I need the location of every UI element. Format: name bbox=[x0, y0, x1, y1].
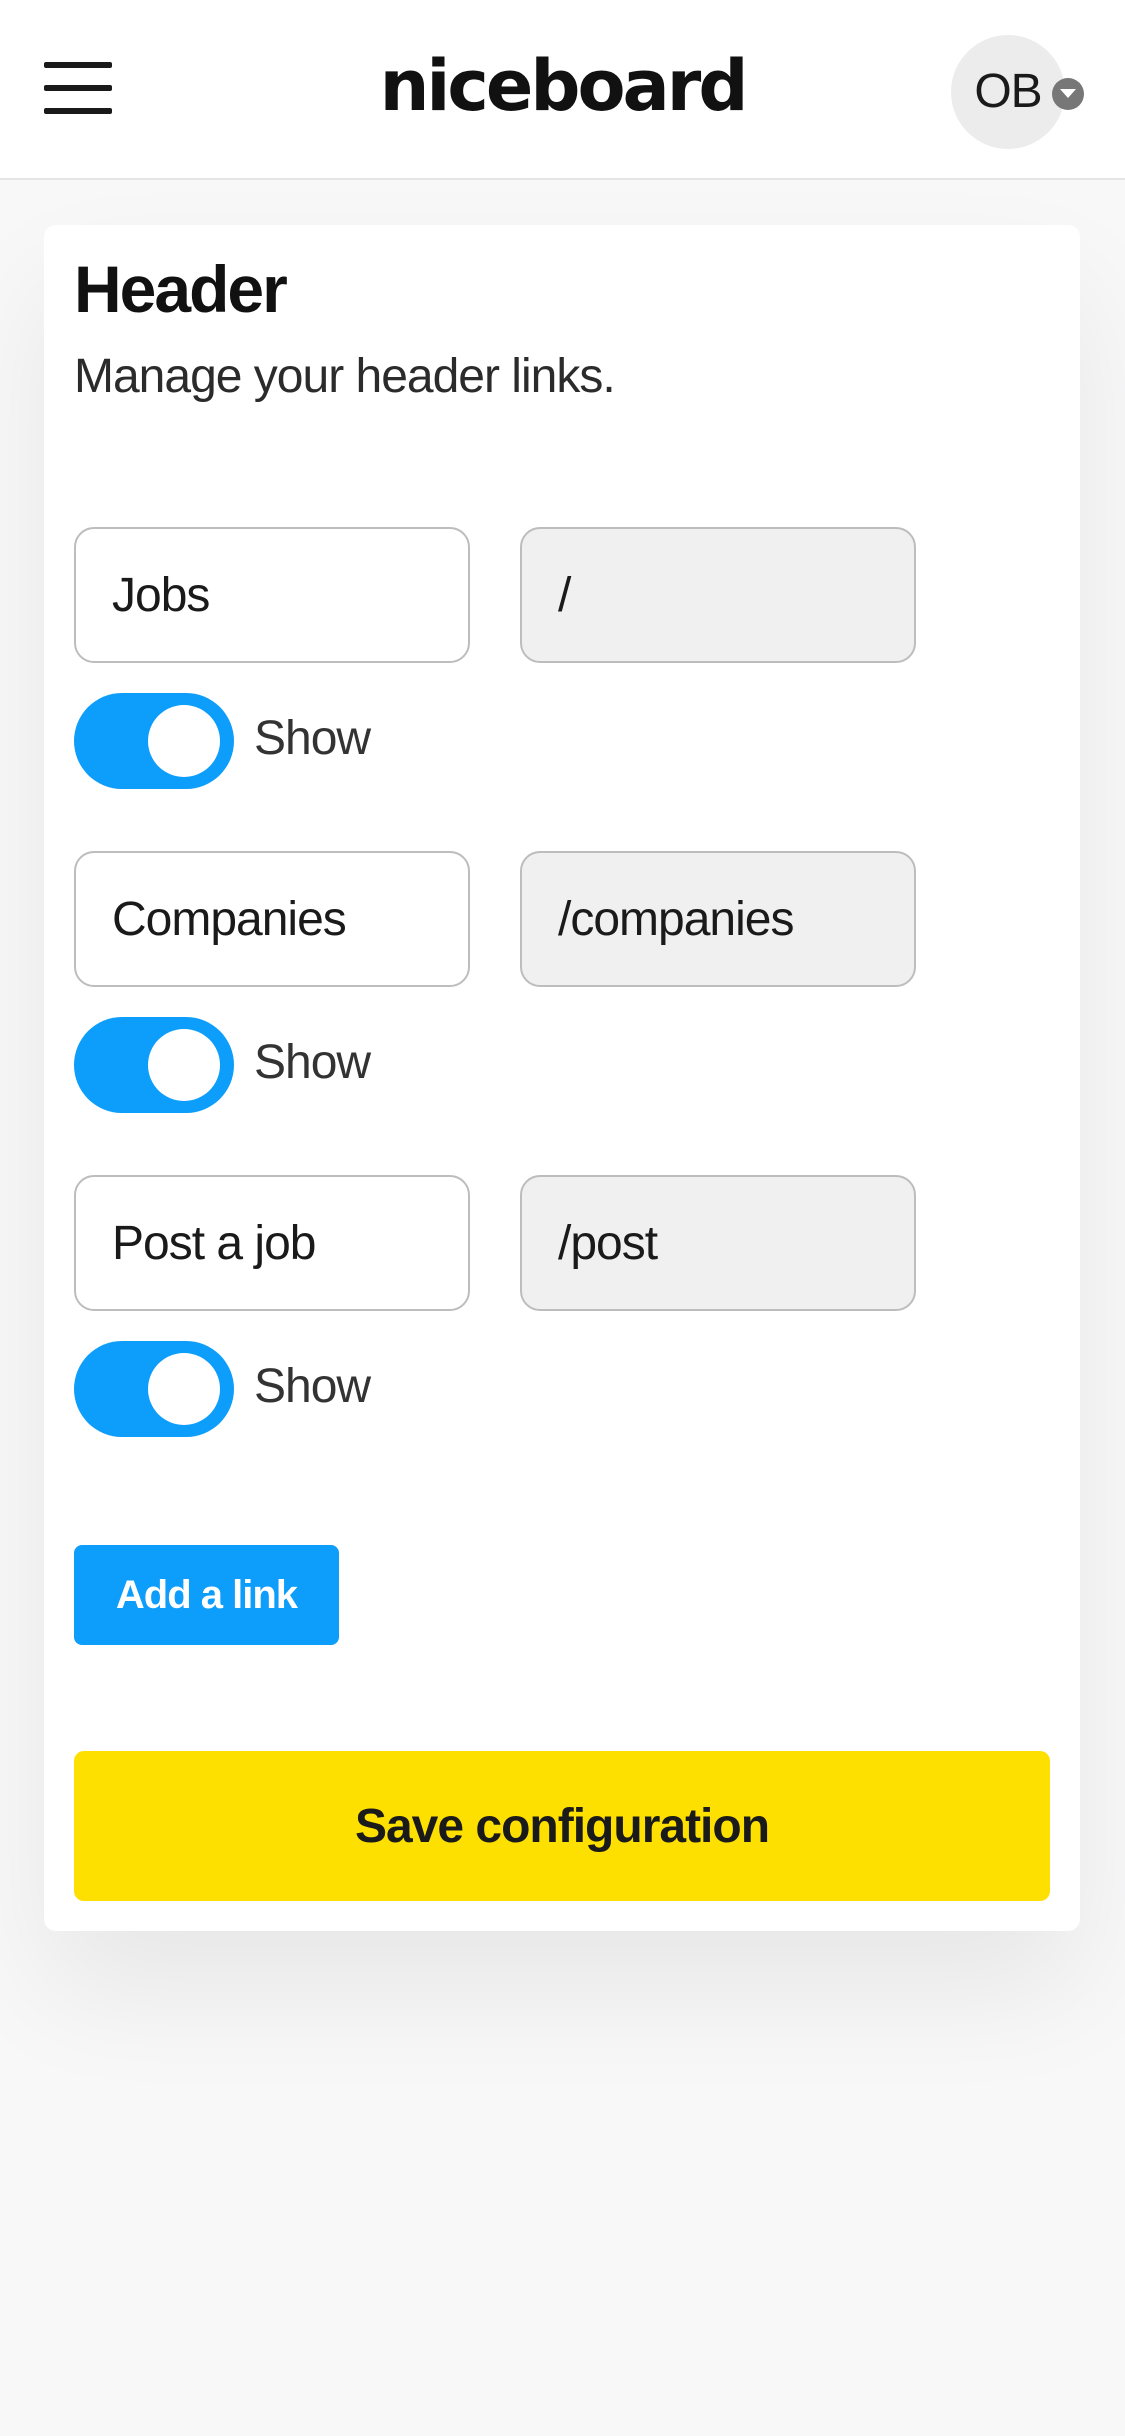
link-row: Show bbox=[74, 527, 974, 827]
toggle-label: Show bbox=[254, 1360, 371, 1413]
section-title: Header bbox=[74, 252, 288, 326]
link-label-input[interactable] bbox=[74, 527, 470, 663]
link-label-input[interactable] bbox=[74, 851, 470, 987]
link-label-input[interactable] bbox=[74, 1175, 470, 1311]
link-url-input[interactable] bbox=[520, 851, 916, 987]
section-subtitle: Manage your header links. bbox=[74, 350, 616, 403]
chevron-down-icon[interactable] bbox=[1052, 78, 1084, 110]
avatar-initials: OB bbox=[974, 65, 1042, 118]
show-toggle[interactable] bbox=[74, 1017, 234, 1113]
link-url-input[interactable] bbox=[520, 1175, 916, 1311]
toggle-knob bbox=[148, 1353, 220, 1425]
top-bar: niceboard OB bbox=[0, 0, 1125, 180]
header-settings-card: Header Manage your header links. Show Sh… bbox=[44, 225, 1080, 1931]
link-url-input[interactable] bbox=[520, 527, 916, 663]
link-row: Show bbox=[74, 851, 974, 1151]
toggle-knob bbox=[148, 1029, 220, 1101]
link-row: Show bbox=[74, 1175, 974, 1475]
toggle-label: Show bbox=[254, 712, 371, 765]
show-toggle[interactable] bbox=[74, 1341, 234, 1437]
add-link-button[interactable]: Add a link bbox=[74, 1545, 339, 1645]
toggle-label: Show bbox=[254, 1036, 371, 1089]
save-configuration-button[interactable]: Save configuration bbox=[74, 1751, 1050, 1901]
show-toggle[interactable] bbox=[74, 693, 234, 789]
toggle-knob bbox=[148, 705, 220, 777]
avatar[interactable]: OB bbox=[951, 35, 1065, 149]
